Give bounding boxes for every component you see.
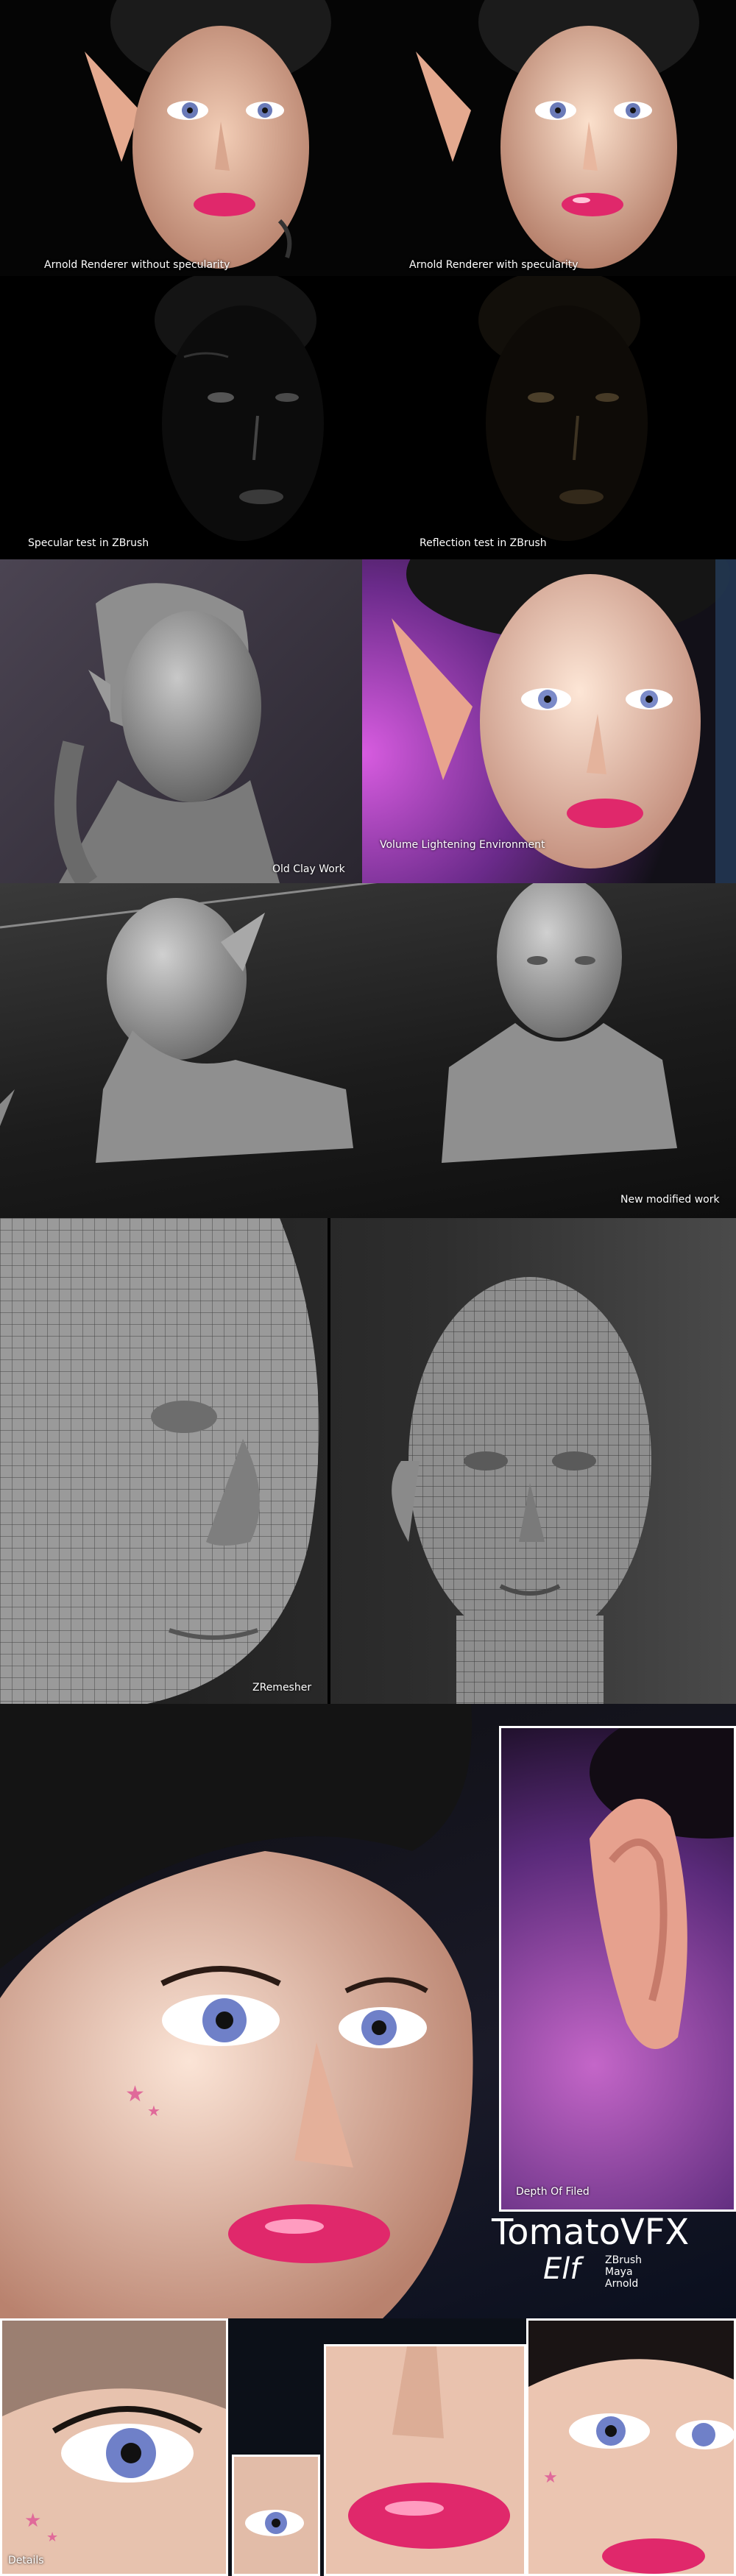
detail-lips-crop	[324, 2344, 526, 2576]
elf-ear-dof	[590, 1728, 734, 2049]
project-title: Elf	[543, 2252, 581, 2286]
svg-text:★: ★	[24, 2509, 41, 2531]
tool-maya: Maya	[605, 2266, 633, 2278]
specular-pass-image	[155, 276, 324, 541]
caption-new-modified: New modified work	[620, 1194, 720, 1206]
svg-text:★: ★	[147, 2103, 160, 2120]
elf-face-volume-light	[392, 559, 736, 883]
detail-small-eye-crop	[232, 2455, 320, 2576]
caption-old-clay: Old Clay Work	[272, 863, 345, 875]
detail-face-crop: ★	[526, 2318, 736, 2576]
elf-face-render-left	[85, 0, 331, 269]
hero-closeup-panel: ★ ★ Depth Of Filed TomatoVFX Elf ZBrush …	[0, 1704, 736, 2318]
svg-text:★: ★	[46, 2530, 58, 2544]
detail-eye-crop: ★ ★ Details	[0, 2318, 228, 2576]
detail-face-image: ★	[528, 2321, 734, 2574]
caption-no-specularity: Arnold Renderer without specularity	[44, 259, 230, 271]
details-panel: ★ ★ Details ★	[0, 2318, 736, 2576]
tool-list: ZBrush Maya Arnold	[605, 2254, 642, 2290]
caption-specular-test-label: Specular test in ZBrush	[28, 537, 149, 549]
reflection-test-panel	[368, 276, 736, 559]
zremesher-panel: ZRemesher	[0, 1218, 736, 1704]
brand-title: TomatoVFX	[492, 2212, 690, 2253]
render-no-spec-panel: Arnold Renderer without specularity	[0, 0, 368, 276]
detail-lips-image	[348, 2346, 510, 2549]
elf-face-render-right	[416, 0, 699, 269]
clay-bust-old	[54, 583, 280, 883]
svg-text:★: ★	[125, 2082, 145, 2106]
caption-with-specularity: Arnold Renderer with specularity	[409, 259, 578, 271]
caption-depth-of-field: Depth Of Filed	[516, 2186, 590, 2198]
clay-busts-new	[0, 883, 677, 1163]
detail-eye-image: ★ ★	[2, 2321, 226, 2544]
detail-small-eye-image	[245, 2510, 304, 2536]
svg-text:★: ★	[543, 2468, 558, 2486]
caption-reflection-test: Reflection test in ZBrush	[420, 537, 547, 549]
depth-of-field-inset: Depth Of Filed	[499, 1726, 736, 2212]
volume-lighting-panel: Volume Lightening Environment	[362, 559, 736, 883]
tool-zbrush: ZBrush	[605, 2254, 642, 2266]
tool-arnold: Arnold	[605, 2278, 639, 2290]
caption-zremesher: ZRemesher	[252, 1682, 312, 1694]
specular-test-panel: Specular test in ZBrush	[0, 276, 368, 559]
old-clay-panel: Old Clay Work	[0, 559, 362, 883]
caption-details: Details	[8, 2555, 44, 2566]
render-with-spec-panel: Arnold Renderer with specularity	[368, 0, 736, 276]
caption-volume-lighting: Volume Lightening Environment	[380, 839, 545, 851]
new-modified-panel: New modified work	[0, 883, 736, 1218]
zremesher-wireframes	[0, 1218, 651, 1704]
reflection-pass-image	[478, 276, 648, 541]
